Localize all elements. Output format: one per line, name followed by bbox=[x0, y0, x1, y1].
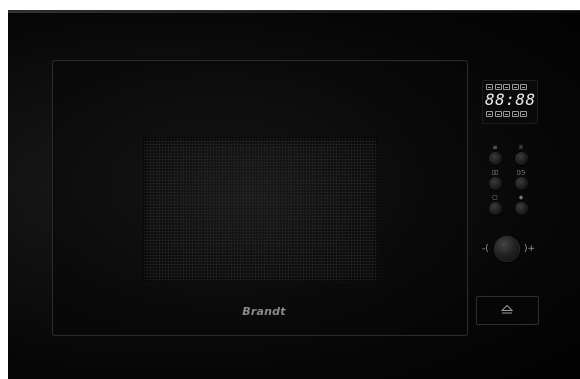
weight-icon bbox=[486, 111, 493, 117]
brand-logo: Brandt bbox=[242, 305, 286, 318]
stop-button[interactable] bbox=[489, 202, 502, 215]
program-icon bbox=[494, 111, 502, 117]
knob-plus-icon: )+ bbox=[524, 244, 536, 254]
timer-button[interactable] bbox=[515, 177, 528, 190]
auto-cook-icon: ♕ bbox=[518, 144, 524, 151]
stop-icon: ▢ bbox=[492, 194, 498, 201]
lock-icon bbox=[520, 111, 527, 117]
menu-icon: ≡ bbox=[492, 144, 498, 151]
start-button[interactable] bbox=[515, 202, 528, 215]
display-bottom-icons bbox=[486, 111, 527, 117]
eject-icon bbox=[501, 305, 513, 314]
microwave-oven: Brandt 88:88 ≡ ♕ ▯▯ ▯◷ ▢ ◈ -( )+ bbox=[8, 10, 580, 379]
control-knob[interactable] bbox=[494, 236, 520, 262]
knob-minus-icon: -( bbox=[482, 244, 489, 254]
timer-icon: ▯◷ bbox=[516, 169, 526, 176]
oven-door[interactable]: Brandt bbox=[52, 60, 468, 336]
power-icon bbox=[503, 111, 510, 117]
auto-icon bbox=[511, 111, 519, 117]
power-level-icon: ▯▯ bbox=[491, 169, 499, 176]
power-level-button[interactable] bbox=[489, 177, 502, 190]
start-icon: ◈ bbox=[518, 194, 524, 201]
door-window bbox=[143, 137, 379, 283]
auto-cook-button[interactable] bbox=[515, 152, 528, 165]
menu-button[interactable] bbox=[489, 152, 502, 165]
display-time: 88:88 bbox=[485, 90, 536, 109]
control-display: 88:88 bbox=[482, 80, 538, 124]
door-open-button[interactable] bbox=[476, 296, 539, 325]
